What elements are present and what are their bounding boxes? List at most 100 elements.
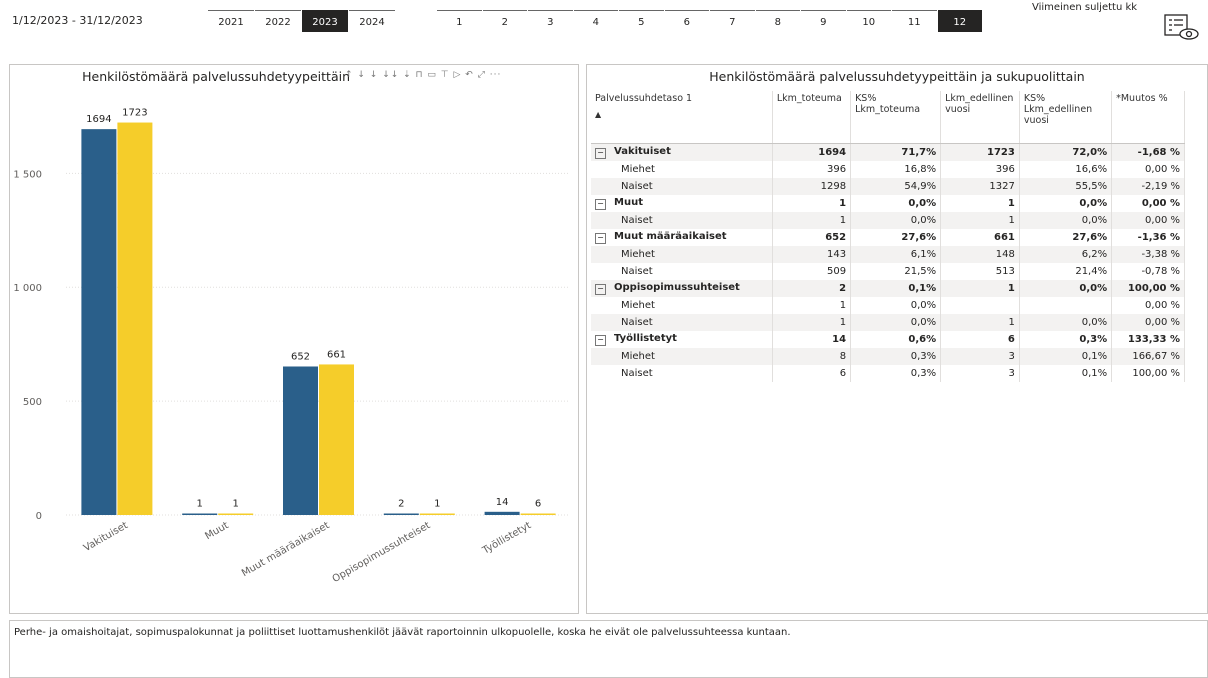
table-cell: 0,0% (1019, 195, 1113, 212)
table-cell: 21,5% (850, 263, 942, 280)
month-option-8[interactable]: 8 (755, 10, 800, 32)
table-cell: 1 (940, 314, 1020, 331)
table-cell: 1 (772, 212, 852, 229)
table-cell: 14 (772, 331, 852, 348)
year-option-2023[interactable]: 2023 (302, 10, 348, 32)
table-cell: 0,1% (850, 280, 942, 297)
table-cell: 396 (940, 161, 1020, 178)
column-header[interactable]: Lkm_toteuma (772, 91, 852, 144)
month-option-2[interactable]: 2 (482, 10, 527, 32)
month-slicer[interactable]: 1 2 3 4 5 6 7 8 9 10 11 12 (437, 10, 983, 32)
row-label: − Oppisopimussuhteiset (591, 280, 773, 297)
month-option-12[interactable]: 12 (937, 10, 982, 32)
bar (182, 513, 218, 515)
collapse-icon[interactable]: − (595, 233, 606, 244)
table-cell: 396 (772, 161, 852, 178)
bar (117, 122, 153, 516)
month-option-7[interactable]: 7 (710, 10, 755, 32)
matrix-table: Palvelussuhdetaso 1 ▲ Lkm_toteuma KS% Lkm_t… (591, 91, 1185, 382)
table-cell: 0,0% (1019, 314, 1113, 331)
table-cell: 0,3% (850, 365, 942, 382)
year-option-2021[interactable]: 2021 (208, 10, 254, 32)
matrix-visual[interactable]: Henkilöstömäärä palvelussuhdetyypeittäin… (586, 64, 1208, 614)
bar (520, 513, 556, 515)
category-label: Työllistetyt (480, 520, 533, 557)
row-label: Naiset (591, 263, 773, 280)
year-option-2024[interactable]: 2024 (349, 10, 395, 32)
row-label: Miehet (591, 348, 773, 365)
group-row: − Vakituiset 1694 71,7% 1723 72,0% -1,68 % (591, 143, 1185, 161)
column-header[interactable]: Palvelussuhdetaso 1 ▲ (591, 91, 773, 144)
month-option-5[interactable]: 5 (619, 10, 664, 32)
table-cell (1019, 297, 1113, 314)
table-cell: 509 (772, 263, 852, 280)
table-cell: 0,00 % (1111, 314, 1185, 331)
table-cell: 1298 (772, 178, 852, 195)
table-cell: 1 (940, 280, 1020, 297)
collapse-icon[interactable]: − (595, 284, 606, 295)
year-slicer[interactable]: 2021 2022 2023 2024 (208, 10, 396, 32)
table-cell: -1,68 % (1111, 143, 1185, 161)
month-option-1[interactable]: 1 (437, 10, 482, 32)
column-header[interactable]: KS% Lkm_edellinen vuosi (1019, 91, 1113, 144)
table-cell: 661 (940, 229, 1020, 246)
bar (419, 513, 455, 515)
bar (319, 364, 354, 515)
detail-row: Naiset 509 21,5% 513 21,4% -0,78 % (591, 263, 1185, 280)
table-cell: 6 (772, 365, 852, 382)
y-tick-label: 1 000 (13, 283, 42, 294)
bar (81, 129, 117, 515)
table-cell: 0,6% (850, 331, 942, 348)
table-cell: 6,2% (1019, 246, 1113, 263)
chart-visual[interactable]: Henkilöstömäärä palvelussuhdetyypeittäin… (9, 64, 579, 614)
row-label: Naiset (591, 212, 773, 229)
table-cell: 2 (772, 280, 852, 297)
data-label: 1723 (122, 108, 147, 119)
row-label: Miehet (591, 246, 773, 263)
row-label: − Muut (591, 195, 773, 212)
table-cell: 0,0% (1019, 212, 1113, 229)
table-cell: 54,9% (850, 178, 942, 195)
month-option-10[interactable]: 10 (846, 10, 891, 32)
table-cell: 55,5% (1019, 178, 1113, 195)
detail-row: Naiset 1298 54,9% 1327 55,5% -2,19 % (591, 178, 1185, 195)
collapse-icon[interactable]: − (595, 335, 606, 346)
detail-row: Miehet 396 16,8% 396 16,6% 0,00 % (591, 161, 1185, 178)
month-option-9[interactable]: 9 (801, 10, 846, 32)
detail-row: Naiset 6 0,3% 3 0,1% 100,00 % (591, 365, 1185, 382)
table-cell: 0,1% (1019, 348, 1113, 365)
collapse-icon[interactable]: − (595, 199, 606, 210)
table-cell: -0,78 % (1111, 263, 1185, 280)
collapse-icon[interactable]: − (595, 148, 606, 159)
table-cell: 1723 (940, 143, 1020, 161)
report-view-icon[interactable] (1163, 13, 1199, 41)
month-option-6[interactable]: 6 (664, 10, 709, 32)
column-header[interactable]: *Muutos % (1111, 91, 1185, 144)
column-header[interactable]: Lkm_edellinen vuosi (940, 91, 1020, 144)
row-label: Naiset (591, 314, 773, 331)
row-label: − Vakituiset (591, 143, 773, 161)
table-cell: 0,1% (1019, 365, 1113, 382)
table-cell: 6,1% (850, 246, 942, 263)
table-cell: 16,8% (850, 161, 942, 178)
year-option-2022[interactable]: 2022 (255, 10, 301, 32)
row-label: Miehet (591, 297, 773, 314)
column-header[interactable]: KS% Lkm_toteuma (850, 91, 942, 144)
date-range-label: 1/12/2023 - 31/12/2023 (12, 14, 143, 27)
category-label: Vakituiset (82, 520, 130, 554)
sort-ascending-icon[interactable]: ▲ (595, 110, 768, 119)
month-option-11[interactable]: 11 (892, 10, 937, 32)
table-cell: 143 (772, 246, 852, 263)
bar (484, 511, 520, 515)
row-label: Naiset (591, 365, 773, 382)
table-cell: 0,00 % (1111, 195, 1185, 212)
data-label: 652 (291, 351, 310, 362)
table-cell: -2,19 % (1111, 178, 1185, 195)
table-cell: 16,6% (1019, 161, 1113, 178)
bar (383, 513, 419, 515)
detail-row: Miehet 8 0,3% 3 0,1% 166,67 % (591, 348, 1185, 365)
month-option-4[interactable]: 4 (573, 10, 618, 32)
month-option-3[interactable]: 3 (528, 10, 573, 32)
data-label: 1 (197, 499, 203, 510)
table-cell: 8 (772, 348, 852, 365)
